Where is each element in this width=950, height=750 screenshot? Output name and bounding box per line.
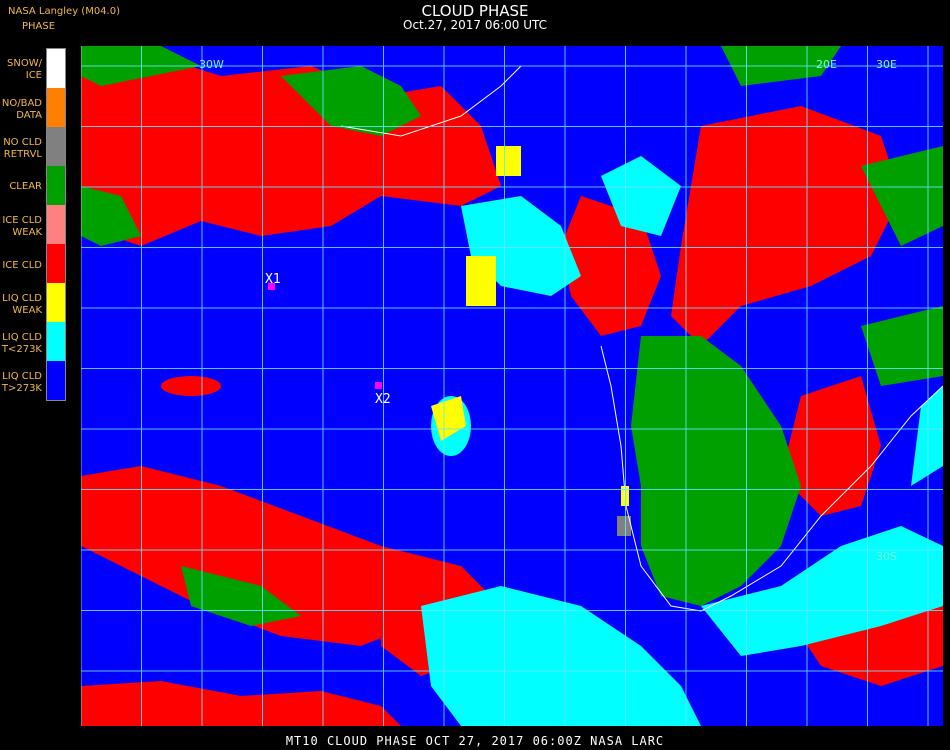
legend-swatch-ice-cld [47, 244, 65, 283]
marker-label-x1: X1 [265, 272, 281, 287]
legend-label-ice-cld-weak: ICE CLD WEAK [2, 215, 42, 238]
page-subtitle: Oct.27, 2017 06:00 UTC [403, 18, 547, 32]
legend-label-clear: CLEAR [9, 181, 42, 192]
legend-label-liq-cld-cold: LIQ CLD T<273K [1, 332, 42, 355]
legend-swatch-no-cld-retrvl [47, 127, 65, 166]
legend-swatch-no-bad-data [47, 88, 65, 127]
legend-label-liq-cld-warm: LIQ CLD T>273K [1, 371, 42, 394]
legend-color-bar [46, 48, 66, 401]
marker-x2 [375, 382, 382, 389]
legend-swatch-liq-cld-weak [47, 283, 65, 322]
legend-swatch-clear [47, 166, 65, 205]
grid-label-30s: 30S [876, 550, 897, 563]
footer-caption: MT10 CLOUD PHASE OCT 27, 2017 06:00Z NAS… [285, 734, 665, 748]
legend-swatch-ice-cld-weak [47, 205, 65, 244]
legend-label-no-bad-data: NO/BAD DATA [1, 98, 42, 121]
legend-label-liq-cld-weak: LIQ CLD WEAK [2, 293, 42, 316]
grid-label-30w: 30W [199, 58, 224, 71]
grid-label-30e: 30E [876, 58, 897, 71]
grid-label-20e: 20E [816, 58, 837, 71]
legend-swatch-liq-cld-warm [47, 361, 65, 400]
legend-swatch-liq-cld-cold [47, 322, 65, 361]
legend-label-snow-ice: SNOW/ ICE [7, 58, 42, 81]
marker-label-x2: X2 [375, 392, 391, 407]
legend-swatch-snow-ice [47, 49, 65, 88]
legend-label-no-cld-retrvl: NO CLD RETRVL [3, 137, 42, 160]
legend-label-ice-cld: ICE CLD [2, 260, 42, 271]
cloud-phase-map: 30W 20E 30E 30S X1 X2 [81, 46, 943, 726]
